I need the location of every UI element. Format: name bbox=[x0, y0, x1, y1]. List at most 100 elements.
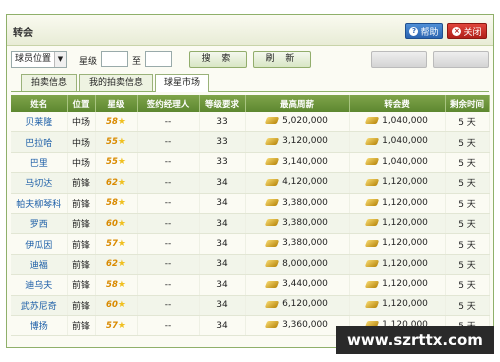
header-time[interactable]: 剩余时间 bbox=[445, 95, 490, 112]
star-value: 58 bbox=[106, 198, 118, 209]
player-time: 5 天 bbox=[445, 131, 490, 153]
fee-value: 1,040,000 bbox=[382, 156, 428, 167]
header-salary[interactable]: 最高周薪 bbox=[245, 95, 350, 112]
header-agent[interactable]: 签约经理人 bbox=[137, 95, 200, 112]
player-fee: 1,040,000 bbox=[349, 131, 446, 153]
player-level: 34 bbox=[199, 193, 246, 214]
fee-value: 1,040,000 bbox=[382, 115, 428, 126]
player-time: 5 天 bbox=[445, 152, 490, 174]
header-position[interactable]: 位置 bbox=[67, 95, 96, 112]
player-level: 34 bbox=[199, 274, 246, 296]
player-star: 58★ bbox=[95, 112, 138, 133]
header-level[interactable]: 等级要求 bbox=[199, 95, 246, 112]
close-icon: × bbox=[452, 26, 462, 36]
player-name[interactable]: 博扬 bbox=[11, 315, 68, 337]
table-row[interactable]: 马切达 前锋 62★ -- 34 4,120,000 1,120,000 5 天 bbox=[11, 172, 490, 194]
position-select-value: 球员位置 bbox=[15, 54, 52, 64]
star-value: 58 bbox=[106, 279, 118, 290]
player-level: 33 bbox=[199, 112, 246, 133]
player-salary: 3,380,000 bbox=[245, 193, 350, 214]
table-row[interactable]: 帕夫柳琴科 前锋 58★ -- 34 3,380,000 1,120,000 5 天 bbox=[11, 193, 490, 214]
gold-icon bbox=[264, 178, 280, 186]
player-time: 5 天 bbox=[445, 112, 490, 133]
gold-icon bbox=[264, 260, 280, 268]
search-button[interactable]: 搜 索 bbox=[189, 51, 247, 68]
gold-icon bbox=[264, 239, 280, 247]
player-star: 58★ bbox=[95, 274, 138, 296]
star-value: 57 bbox=[106, 239, 118, 250]
player-name[interactable]: 巴里 bbox=[11, 152, 68, 174]
close-label: 关闭 bbox=[463, 27, 482, 38]
star-icon: ★ bbox=[117, 239, 126, 250]
table-row[interactable]: 巴拉哈 中场 55★ -- 33 3,120,000 1,040,000 5 天 bbox=[11, 131, 490, 153]
chevron-down-icon[interactable]: ▼ bbox=[54, 52, 66, 67]
gold-icon bbox=[364, 239, 380, 247]
player-name[interactable]: 武苏尼奇 bbox=[11, 295, 68, 316]
player-name[interactable]: 帕夫柳琴科 bbox=[11, 193, 68, 214]
salary-value: 8,000,000 bbox=[282, 258, 328, 269]
player-star: 57★ bbox=[95, 233, 138, 255]
player-star: 57★ bbox=[95, 315, 138, 337]
player-name[interactable]: 巴拉哈 bbox=[11, 131, 68, 153]
fee-value: 1,120,000 bbox=[382, 258, 428, 269]
table-row[interactable]: 罗西 前锋 60★ -- 34 3,380,000 1,120,000 5 天 bbox=[11, 213, 490, 235]
tab-star-market[interactable]: 球星市场 bbox=[155, 74, 209, 92]
table-header-row: 姓名 位置 星级 签约经理人 等级要求 最高周薪 转会费 剩余时间 bbox=[11, 95, 490, 112]
close-button[interactable]: × 关闭 bbox=[447, 23, 487, 39]
position-select[interactable]: 球员位置 ▼ bbox=[11, 51, 67, 68]
help-button[interactable]: ? 帮助 bbox=[405, 23, 443, 39]
player-name[interactable]: 贝莱隆 bbox=[11, 112, 68, 133]
player-position: 前锋 bbox=[67, 233, 96, 255]
player-position: 前锋 bbox=[67, 315, 96, 337]
player-agent: -- bbox=[137, 295, 200, 316]
gold-icon bbox=[264, 117, 280, 125]
table-row[interactable]: 巴里 中场 55★ -- 33 3,140,000 1,040,000 5 天 bbox=[11, 152, 490, 174]
star-max-input[interactable] bbox=[145, 51, 172, 67]
star-value: 62 bbox=[106, 177, 118, 188]
watermark: www.szrttx.com bbox=[336, 326, 494, 354]
header-fee[interactable]: 转会费 bbox=[349, 95, 446, 112]
player-level: 34 bbox=[199, 213, 246, 235]
player-salary: 3,440,000 bbox=[245, 274, 350, 296]
player-agent: -- bbox=[137, 274, 200, 296]
player-name[interactable]: 迪乌夫 bbox=[11, 274, 68, 296]
header-star[interactable]: 星级 bbox=[95, 95, 138, 112]
header-name[interactable]: 姓名 bbox=[11, 95, 68, 112]
disabled-button-1[interactable] bbox=[371, 51, 427, 68]
player-name[interactable]: 伊瓜因 bbox=[11, 233, 68, 255]
star-value: 60 bbox=[106, 218, 118, 229]
fee-value: 1,120,000 bbox=[382, 197, 428, 208]
gold-icon bbox=[364, 158, 380, 166]
player-name[interactable]: 迪福 bbox=[11, 254, 68, 276]
salary-value: 3,380,000 bbox=[282, 197, 328, 208]
to-label: 至 bbox=[132, 57, 142, 67]
table-row[interactable]: 迪福 前锋 62★ -- 34 8,000,000 1,120,000 5 天 bbox=[11, 254, 490, 276]
player-star: 60★ bbox=[95, 213, 138, 235]
table-row[interactable]: 迪乌夫 前锋 58★ -- 34 3,440,000 1,120,000 5 天 bbox=[11, 274, 490, 296]
player-name[interactable]: 罗西 bbox=[11, 213, 68, 235]
star-icon: ★ bbox=[117, 198, 126, 209]
star-icon: ★ bbox=[117, 177, 126, 188]
question-icon: ? bbox=[409, 26, 419, 36]
tab-my-auction-info[interactable]: 我的拍卖信息 bbox=[79, 74, 153, 91]
disabled-button-2[interactable] bbox=[433, 51, 489, 68]
fee-value: 1,120,000 bbox=[382, 299, 428, 310]
gold-icon bbox=[364, 219, 380, 227]
gold-icon bbox=[264, 321, 280, 329]
star-min-input[interactable] bbox=[101, 51, 128, 67]
player-salary: 3,120,000 bbox=[245, 131, 350, 153]
player-fee: 1,120,000 bbox=[349, 213, 446, 235]
gold-icon bbox=[364, 117, 380, 125]
table-row[interactable]: 伊瓜因 前锋 57★ -- 34 3,380,000 1,120,000 5 天 bbox=[11, 233, 490, 255]
table-row[interactable]: 武苏尼奇 前锋 60★ -- 34 6,120,000 1,120,000 5 天 bbox=[11, 295, 490, 316]
player-position: 前锋 bbox=[67, 213, 96, 235]
tab-auction-info[interactable]: 拍卖信息 bbox=[21, 74, 77, 91]
tab-bar: 拍卖信息 我的拍卖信息 球星市场 bbox=[11, 73, 489, 92]
player-fee: 1,040,000 bbox=[349, 152, 446, 174]
player-name[interactable]: 马切达 bbox=[11, 172, 68, 194]
player-fee: 1,040,000 bbox=[349, 112, 446, 133]
table-row[interactable]: 贝莱隆 中场 58★ -- 33 5,020,000 1,040,000 5 天 bbox=[11, 112, 490, 133]
player-salary: 5,020,000 bbox=[245, 112, 350, 133]
star-value: 58 bbox=[106, 116, 118, 127]
refresh-button[interactable]: 刷 新 bbox=[253, 51, 311, 68]
